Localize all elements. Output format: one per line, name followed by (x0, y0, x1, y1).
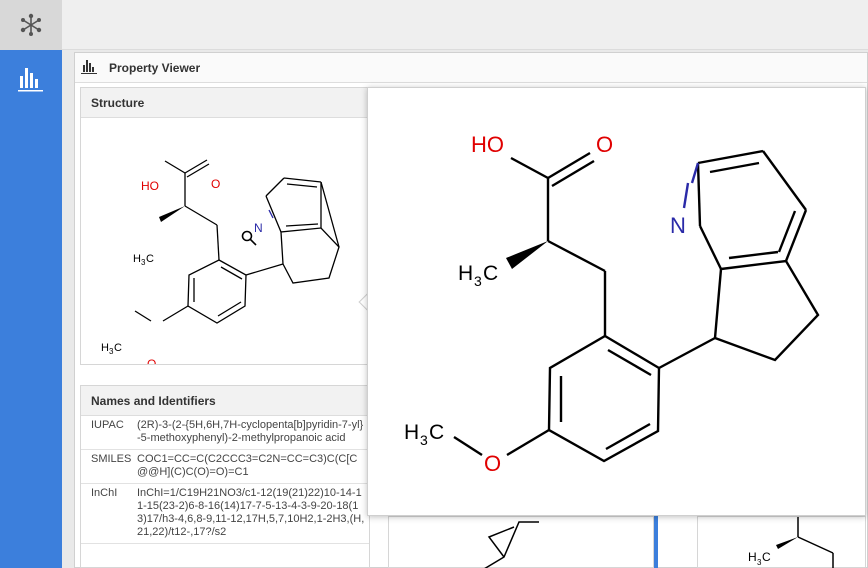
app-logo[interactable] (0, 0, 62, 50)
scroll-indicator[interactable] (654, 516, 658, 568)
hydroxyl-label: HO (471, 132, 504, 157)
bar-chart-icon (18, 68, 43, 92)
structure-zoom-popup: HO O N H 3 C H 3 C O (367, 87, 866, 516)
svg-text:H: H (404, 421, 419, 444)
background-structure-panel-2: H3C (697, 516, 866, 568)
identifier-row-inchi: InChI InChI=1/C19H21NO3/c1-12(19(21)22)1… (81, 484, 369, 544)
panel-header: Property Viewer (75, 53, 867, 83)
top-bar (62, 0, 868, 50)
identifier-key: InChI (91, 487, 118, 499)
identifier-key: SMILES (91, 453, 132, 465)
identifier-row-iupac: IUPAC (2R)-3-(2-{5H,6H,7H-cyclopenta[b]p… (81, 416, 369, 450)
panel-title: Property Viewer (109, 61, 201, 75)
structure-thumbnail[interactable]: HO O N H 3 C H 3 C O (81, 118, 369, 371)
structure-card: Structure HO O N H 3 C H 3 C O (80, 87, 370, 371)
carbonyl-oxygen-label: O (596, 132, 613, 157)
svg-text:C: C (146, 253, 154, 265)
carbonyl-oxygen-label: O (211, 177, 220, 191)
svg-text:H: H (133, 253, 141, 265)
svg-text:H: H (748, 550, 757, 564)
svg-text:O: O (484, 451, 501, 476)
nitrogen-label: N (254, 221, 263, 235)
svg-text:H: H (101, 342, 109, 354)
identifier-key: IUPAC (91, 419, 124, 431)
svg-text:3: 3 (474, 273, 482, 289)
sidebar (0, 0, 62, 568)
identifier-value: COC1=CC=C(C2CCC3=C2N=CC=C3)C(C[C@@H](C)C… (137, 453, 358, 478)
names-identifiers-card: Names and Identifiers IUPAC (2R)-3-(2-{5… (80, 385, 370, 568)
background-structure-panel (388, 516, 654, 568)
hydroxyl-label: HO (141, 179, 159, 193)
bar-chart-icon (81, 59, 99, 80)
identifier-row-smiles: SMILES COC1=CC=C(C2CCC3=C2N=CC=C3)C(C[C@… (81, 450, 369, 484)
svg-text:C: C (429, 421, 444, 444)
property-viewer-nav-button[interactable] (0, 55, 62, 103)
structure-card-title: Structure (81, 88, 369, 118)
names-card-title: Names and Identifiers (81, 386, 369, 416)
svg-text:3: 3 (420, 432, 428, 448)
nitrogen-label: N (670, 213, 686, 238)
svg-text:C: C (762, 550, 771, 564)
identifier-value: InChI=1/C19H21NO3/c1-12(19(21)22)10-14-1… (137, 487, 365, 538)
molecule-network-icon (20, 13, 42, 36)
svg-text:C: C (114, 342, 122, 354)
identifier-value: (2R)-3-(2-{5H,6H,7H-cyclopenta[b]pyridin… (137, 419, 364, 444)
structure-large: HO O N H 3 C H 3 C O (404, 132, 820, 476)
svg-text:O: O (147, 357, 156, 364)
svg-text:C: C (483, 262, 498, 285)
svg-text:H: H (458, 262, 473, 285)
